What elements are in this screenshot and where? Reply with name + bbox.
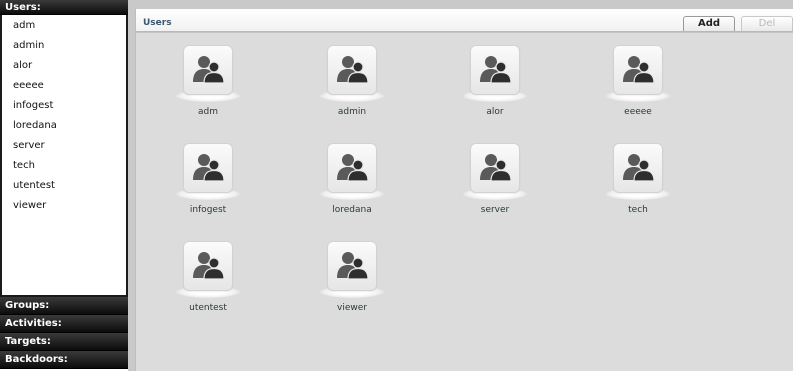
user-group-icon bbox=[614, 46, 662, 94]
user-list-item-eeeee[interactable]: eeeee bbox=[2, 76, 126, 96]
user-tile-label: admin bbox=[337, 107, 367, 117]
main-panel: Users Add Del adm admin alor eeeee infogest l… bbox=[128, 0, 793, 371]
users-section-header[interactable]: Users: bbox=[0, 0, 128, 15]
user-tile-label: tech bbox=[628, 205, 648, 215]
user-tile-label: eeeee bbox=[624, 107, 652, 117]
user-list-item-loredana[interactable]: loredana bbox=[2, 116, 126, 136]
user-group-icon bbox=[184, 242, 232, 290]
user-tile-label: adm bbox=[198, 107, 218, 117]
activities-section-header[interactable]: Activities: bbox=[0, 315, 128, 333]
add-button[interactable]: Add bbox=[683, 16, 735, 31]
user-list-item-utentest[interactable]: utentest bbox=[2, 176, 126, 196]
user-list-item-alor[interactable]: alor bbox=[2, 56, 126, 76]
user-tile[interactable]: viewer bbox=[302, 242, 402, 332]
user-list-item-viewer[interactable]: viewer bbox=[2, 196, 126, 216]
users-panel: Users Add Del adm admin alor eeeee infogest l… bbox=[135, 9, 793, 371]
user-list-item-adm[interactable]: adm bbox=[2, 16, 126, 36]
user-group-icon bbox=[328, 242, 376, 290]
user-list: adm admin alor eeeee infogest loredana s… bbox=[0, 15, 128, 297]
panel-header: Users Add Del bbox=[136, 9, 793, 33]
user-tile[interactable]: admin bbox=[302, 46, 402, 136]
user-tile-label: infogest bbox=[189, 205, 227, 215]
header-divider bbox=[136, 31, 793, 32]
backdoors-section-header[interactable]: Backdoors: bbox=[0, 351, 128, 369]
user-tile[interactable]: tech bbox=[588, 144, 688, 234]
user-tile-label: viewer bbox=[337, 303, 367, 313]
user-tile[interactable]: server bbox=[445, 144, 545, 234]
user-tile-label: loredana bbox=[332, 205, 372, 215]
user-tile[interactable]: eeeee bbox=[588, 46, 688, 136]
user-tile[interactable]: loredana bbox=[302, 144, 402, 234]
user-tile-label: server bbox=[480, 205, 510, 215]
user-group-icon bbox=[471, 46, 519, 94]
user-tile-label: utentest bbox=[189, 303, 227, 313]
user-tile[interactable]: utentest bbox=[158, 242, 258, 332]
user-list-item-infogest[interactable]: infogest bbox=[2, 96, 126, 116]
targets-section-header[interactable]: Targets: bbox=[0, 333, 128, 351]
user-group-icon bbox=[184, 46, 232, 94]
page-title: Users bbox=[143, 18, 172, 28]
user-list-item-tech[interactable]: tech bbox=[2, 156, 126, 176]
user-tile[interactable]: infogest bbox=[158, 144, 258, 234]
user-list-item-server[interactable]: server bbox=[2, 136, 126, 156]
groups-section-header[interactable]: Groups: bbox=[0, 297, 128, 315]
user-group-icon bbox=[184, 144, 232, 192]
user-tile-label: alor bbox=[486, 107, 504, 117]
user-group-icon bbox=[328, 144, 376, 192]
user-tile[interactable]: alor bbox=[445, 46, 545, 136]
user-tile[interactable]: adm bbox=[158, 46, 258, 136]
del-button[interactable]: Del bbox=[741, 16, 793, 31]
sidebar: Users: adm admin alor eeeee infogest lor… bbox=[0, 0, 128, 371]
sidebar-sections: Groups: Activities: Targets: Backdoors: bbox=[0, 297, 128, 369]
user-group-icon bbox=[471, 144, 519, 192]
user-group-icon bbox=[328, 46, 376, 94]
user-list-item-admin[interactable]: admin bbox=[2, 36, 126, 56]
user-group-icon bbox=[614, 144, 662, 192]
